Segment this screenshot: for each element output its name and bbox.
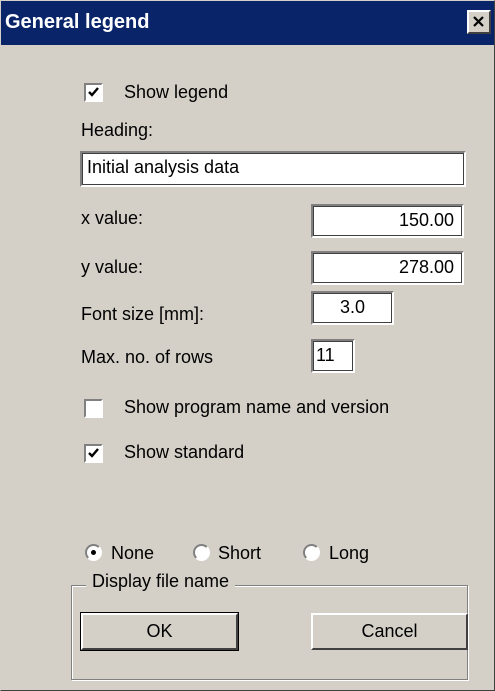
general-legend-dialog: General legend Show legend Heading: Init… bbox=[0, 0, 495, 691]
heading-input[interactable]: Initial analysis data bbox=[80, 151, 466, 187]
checkmark-icon bbox=[88, 87, 99, 97]
close-x-icon bbox=[473, 16, 484, 27]
close-button[interactable] bbox=[467, 10, 491, 34]
checkmark-icon bbox=[88, 448, 99, 458]
group-title: Display file name bbox=[86, 570, 236, 592]
show-program-label[interactable]: Show program name and version bbox=[124, 396, 389, 418]
show-standard-checkbox[interactable] bbox=[84, 444, 103, 463]
show-standard-label[interactable]: Show standard bbox=[124, 441, 244, 463]
max-rows-label: Max. no. of rows bbox=[81, 347, 214, 367]
radio-short-label[interactable]: Short bbox=[218, 542, 261, 564]
font-size-label: Font size [mm]: bbox=[81, 304, 205, 324]
show-legend-checkbox[interactable] bbox=[84, 83, 103, 102]
radio-none[interactable] bbox=[85, 544, 102, 561]
x-value-label: x value: bbox=[81, 208, 144, 228]
x-value-input[interactable]: 150.00 bbox=[311, 204, 464, 238]
cancel-button[interactable]: Cancel bbox=[311, 613, 468, 650]
y-value-input[interactable]: 278.00 bbox=[311, 251, 464, 285]
radio-long[interactable] bbox=[303, 544, 320, 561]
ok-button[interactable]: OK bbox=[80, 612, 239, 651]
heading-label: Heading: bbox=[81, 120, 154, 140]
radio-selected-dot bbox=[91, 550, 96, 555]
window-title: General legend bbox=[5, 11, 150, 33]
y-value-label: y value: bbox=[81, 257, 144, 277]
radio-long-label[interactable]: Long bbox=[329, 542, 369, 564]
radio-short[interactable] bbox=[193, 544, 210, 561]
show-program-checkbox[interactable] bbox=[84, 399, 103, 418]
radio-none-label[interactable]: None bbox=[111, 542, 154, 564]
max-rows-input[interactable]: 11 bbox=[311, 339, 355, 373]
font-size-input[interactable]: 3.0 bbox=[311, 291, 394, 325]
show-legend-label[interactable]: Show legend bbox=[124, 81, 228, 103]
title-bar[interactable]: General legend bbox=[1, 1, 494, 45]
